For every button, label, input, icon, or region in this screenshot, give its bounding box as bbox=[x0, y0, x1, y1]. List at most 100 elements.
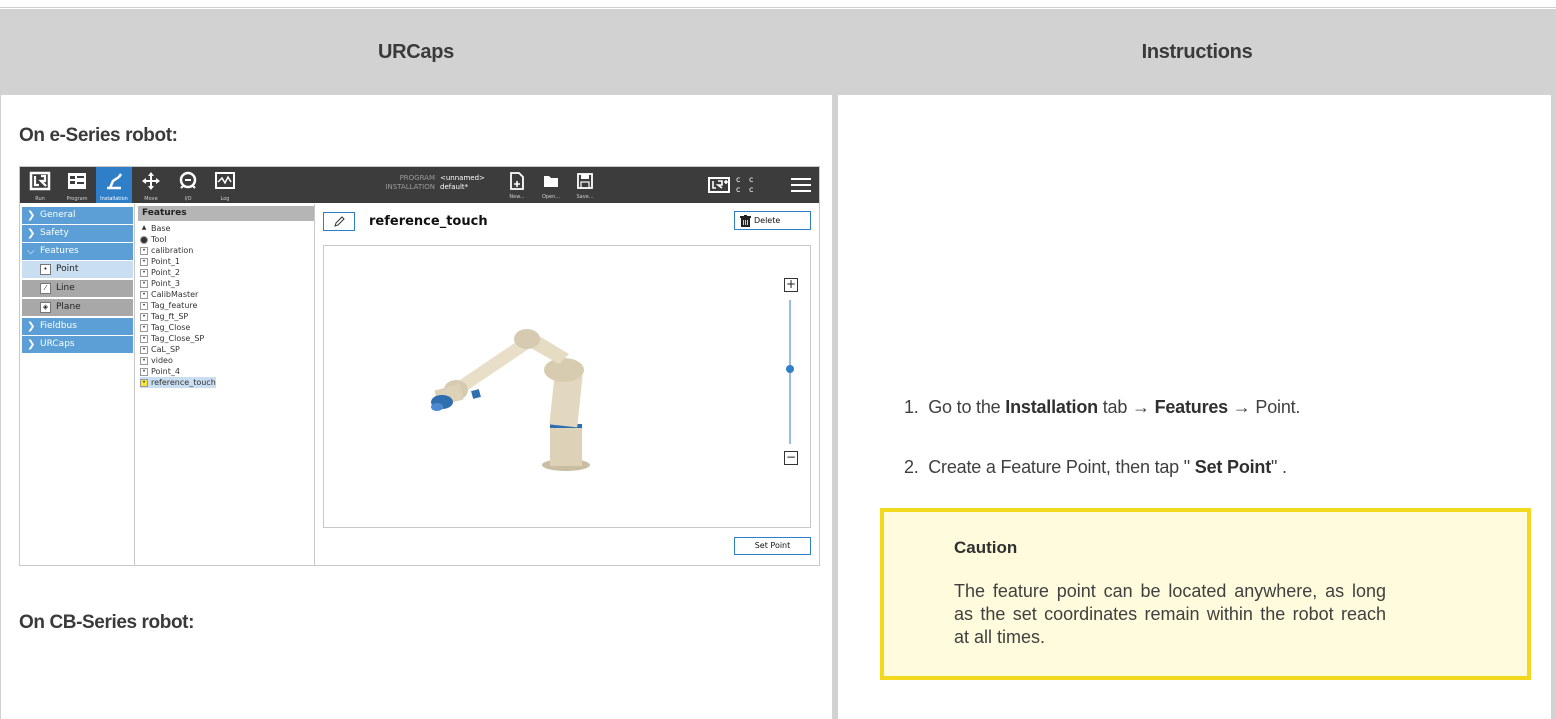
sidebar-item-label: URCaps bbox=[40, 339, 75, 349]
list-item-label: Point_2 bbox=[151, 268, 180, 277]
nav-move[interactable]: Move bbox=[133, 167, 169, 203]
step-number: 1. bbox=[904, 397, 919, 417]
list-item[interactable]: • CalibMaster bbox=[140, 289, 198, 300]
line-icon: ⁄ bbox=[40, 283, 51, 294]
save-button-label: Save... bbox=[576, 194, 594, 200]
sidebar-item-urcaps[interactable]: ❯ URCaps bbox=[22, 336, 133, 353]
nav-program[interactable]: Program bbox=[59, 167, 95, 203]
sidebar-item-label: Fieldbus bbox=[40, 321, 77, 331]
sidebar-item-label: Features bbox=[40, 246, 79, 256]
chevron-right-icon: ❯ bbox=[27, 210, 36, 221]
list-item-label: video bbox=[151, 356, 173, 365]
feature-item-selected[interactable]: • reference_touch bbox=[140, 377, 216, 388]
step-text: Go to the bbox=[928, 397, 1006, 417]
sidebar-subitem-line[interactable]: ⁄ Line bbox=[22, 280, 133, 297]
step-text: tab → bbox=[1097, 397, 1155, 417]
nav-installation[interactable]: Installation bbox=[96, 167, 132, 203]
program-label: PROGRAM bbox=[399, 174, 435, 182]
sidebar-item-label: Plane bbox=[56, 302, 81, 312]
nav-program-label: Program bbox=[66, 196, 88, 202]
delete-button[interactable]: Delete bbox=[734, 211, 811, 230]
page: URCaps Instructions On e-Series robot: R… bbox=[0, 0, 1556, 719]
new-button[interactable]: New... bbox=[504, 169, 530, 201]
list-item[interactable]: • CaL_SP bbox=[140, 344, 180, 355]
nav-installation-label: Installation bbox=[100, 196, 128, 202]
sidebar-item-features[interactable]: ⌵ Features bbox=[22, 243, 133, 260]
sidebar-item-fieldbus[interactable]: ❯ Fieldbus bbox=[22, 318, 133, 335]
save-icon bbox=[577, 173, 593, 189]
point-icon: • bbox=[140, 247, 148, 255]
open-button[interactable]: Open... bbox=[538, 169, 564, 201]
robot-3d-view[interactable]: + − bbox=[323, 245, 811, 528]
list-item[interactable]: • Point_1 bbox=[140, 256, 180, 267]
point-icon: • bbox=[140, 280, 148, 288]
sidebar-item-label: Point bbox=[56, 264, 79, 274]
point-icon: • bbox=[140, 335, 148, 343]
log-icon bbox=[215, 172, 235, 189]
sidebar-subitem-point[interactable]: • Point bbox=[22, 261, 133, 278]
sidebar-subitem-plane[interactable]: ◈ Plane bbox=[22, 299, 133, 316]
set-point-button[interactable]: Set Point bbox=[734, 537, 811, 555]
nav-log[interactable]: Log bbox=[207, 167, 243, 203]
sidebar-item-label: General bbox=[40, 210, 76, 220]
base-icon: ▲ bbox=[141, 224, 147, 231]
list-item[interactable]: • Tag_Close bbox=[140, 322, 190, 333]
list-item-label: Point_4 bbox=[151, 367, 180, 376]
list-item-label: Tag_ft_SP bbox=[151, 312, 189, 321]
set-point-term: Set Point bbox=[1194, 457, 1271, 477]
point-icon: • bbox=[140, 291, 148, 299]
step-text: " . bbox=[1271, 457, 1287, 477]
features-list-title: Features bbox=[138, 206, 314, 221]
feature-item-base[interactable]: ▲ Base bbox=[140, 223, 171, 234]
step-number: 2. bbox=[904, 457, 919, 477]
new-file-icon bbox=[510, 172, 524, 190]
tool-icon bbox=[140, 236, 148, 244]
list-item[interactable]: • Tag_ft_SP bbox=[140, 311, 188, 322]
nav-run[interactable]: Run bbox=[22, 167, 58, 203]
rename-button[interactable] bbox=[323, 212, 355, 231]
e-series-heading: On e-Series robot: bbox=[19, 125, 178, 146]
table-left-border bbox=[0, 95, 1, 719]
save-button[interactable]: Save... bbox=[572, 169, 598, 201]
installation-sidebar: ❯ General ❯ Safety ⌵ Features • Point ⁄ Line … bbox=[20, 204, 135, 565]
point-icon: • bbox=[140, 324, 148, 332]
pencil-icon bbox=[334, 216, 345, 227]
zoom-out-button[interactable]: − bbox=[784, 451, 798, 465]
list-item-label: Point_3 bbox=[151, 279, 180, 288]
list-item[interactable]: • calibration bbox=[140, 245, 193, 256]
list-item[interactable]: • Tag_Close_SP bbox=[140, 333, 204, 344]
cb-series-heading: On CB-Series robot: bbox=[19, 612, 195, 633]
program-values: <unnamed> default* bbox=[440, 174, 485, 192]
list-item[interactable]: • Point_2 bbox=[140, 267, 180, 278]
features-list-panel: Features ▲ Base Tool • calibration • Point_… bbox=[136, 204, 315, 565]
list-item[interactable]: • video bbox=[140, 355, 173, 366]
top-rule bbox=[0, 0, 1556, 8]
move-arrows-icon bbox=[142, 172, 160, 190]
nav-log-label: Log bbox=[220, 196, 230, 202]
chevron-right-icon: ❯ bbox=[27, 339, 36, 350]
zoom-in-button[interactable]: + bbox=[784, 278, 798, 292]
cc-indicator: c cc c bbox=[736, 175, 757, 194]
step-1: 1. Go to the Installation tab → Features… bbox=[904, 397, 1300, 418]
sidebar-item-label: Safety bbox=[40, 228, 69, 238]
urcaps-logo-icon bbox=[708, 177, 730, 193]
list-item[interactable]: • Point_4 bbox=[140, 366, 180, 377]
list-item[interactable]: • Point_3 bbox=[140, 278, 180, 289]
new-button-label: New... bbox=[509, 194, 525, 200]
program-value: <unnamed> bbox=[440, 174, 485, 182]
chevron-right-icon: ❯ bbox=[27, 228, 36, 239]
sidebar-item-general[interactable]: ❯ General bbox=[22, 207, 133, 224]
nav-io-label: I/O bbox=[184, 196, 192, 202]
ur-logo-icon bbox=[29, 171, 51, 191]
trash-icon bbox=[740, 215, 751, 227]
nav-io[interactable]: I/O bbox=[170, 167, 206, 203]
list-item[interactable]: • Tag_feature bbox=[140, 300, 197, 311]
nav-run-label: Run bbox=[35, 196, 45, 202]
program-labels: PROGRAM INSTALLATION bbox=[355, 174, 435, 192]
list-item-label: Tool bbox=[151, 235, 167, 244]
hamburger-menu-icon[interactable] bbox=[790, 176, 812, 194]
point-icon: • bbox=[140, 346, 148, 354]
feature-item-tool[interactable]: Tool bbox=[140, 234, 167, 245]
sidebar-item-safety[interactable]: ❯ Safety bbox=[22, 225, 133, 242]
list-item-label: Tag_Close_SP bbox=[151, 334, 205, 343]
